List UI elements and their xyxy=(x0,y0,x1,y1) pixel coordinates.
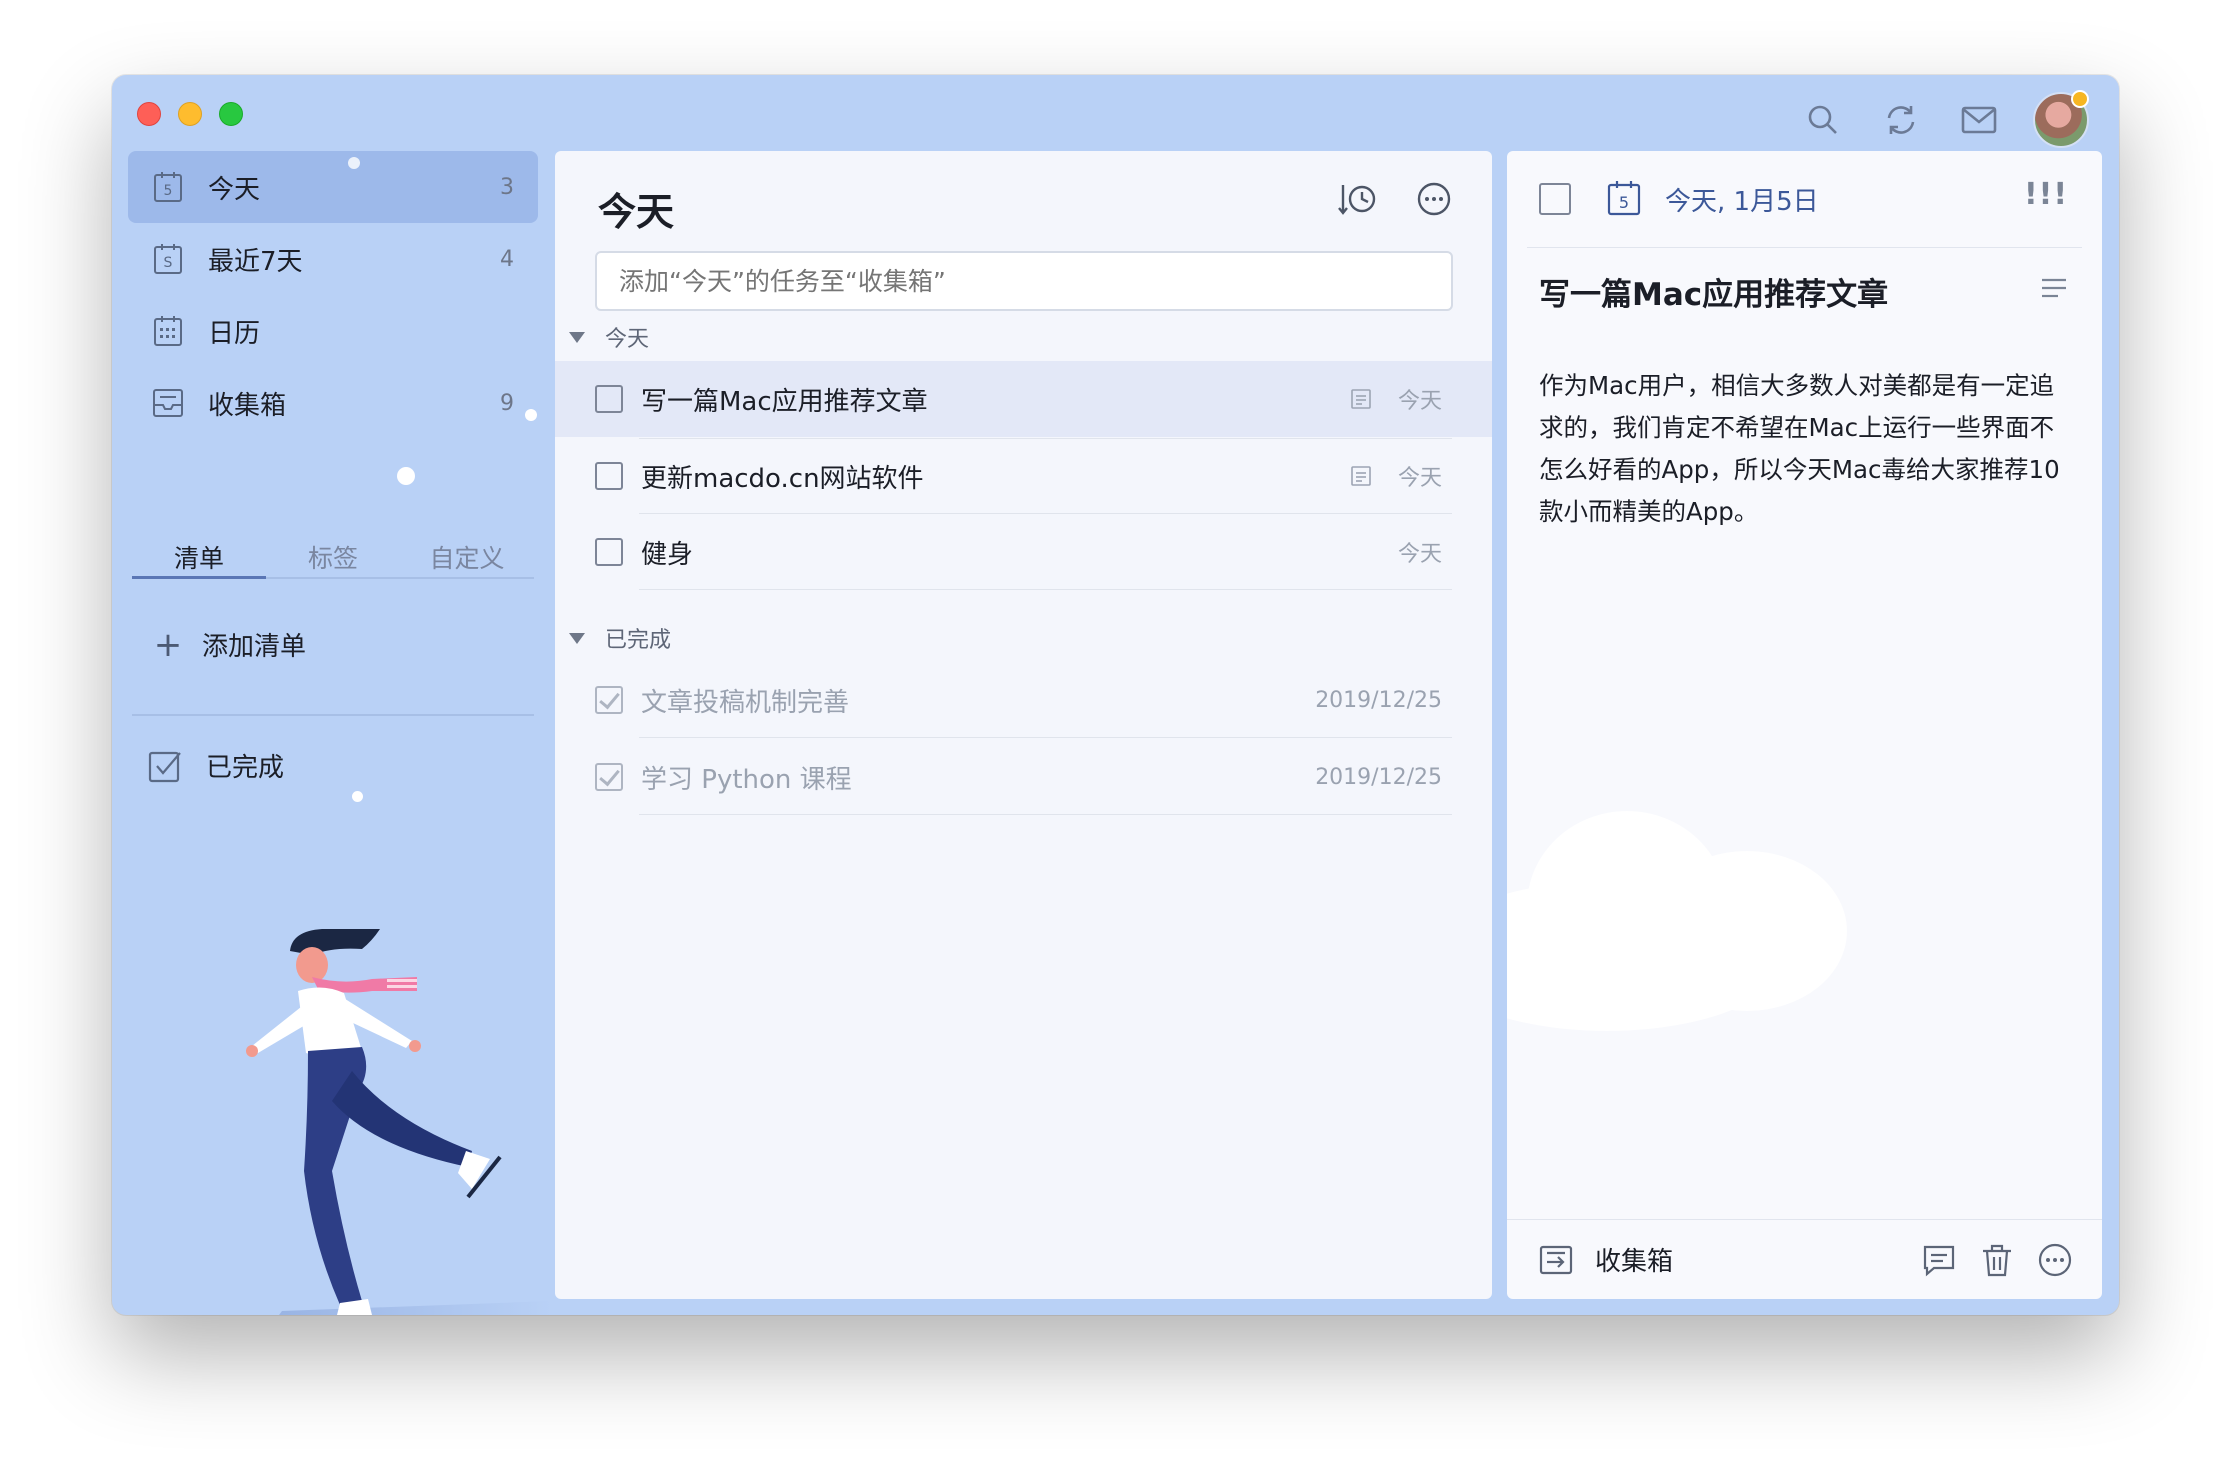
task-checkbox-checked[interactable] xyxy=(595,763,623,791)
row-divider xyxy=(639,814,1452,815)
list-name[interactable]: 收集箱 xyxy=(1595,1241,1922,1278)
task-row[interactable]: 更新macdo.cn网站软件 今天 xyxy=(555,438,1492,514)
sidebar-divider xyxy=(132,714,534,716)
inbox-icon xyxy=(152,387,184,419)
tab-custom[interactable]: 自定义 xyxy=(400,531,534,577)
task-due-date: 今天 xyxy=(1397,466,1442,491)
svg-text:5: 5 xyxy=(164,183,173,199)
section-header-today[interactable]: 今天 xyxy=(569,321,649,353)
task-detail-pane: 5 今天, 1月5日 !!! 写一篇Mac应用推荐文章 作为Mac用户，相信大多… xyxy=(1507,151,2102,1299)
task-checkbox[interactable] xyxy=(595,538,623,566)
snowflake xyxy=(348,157,360,169)
task-title: 健身 xyxy=(641,539,694,570)
tab-tags[interactable]: 标签 xyxy=(266,531,400,577)
calendar-week-icon: S xyxy=(152,243,184,275)
plus-icon: + xyxy=(153,624,183,665)
due-date-label[interactable]: 今天, 1月5日 xyxy=(1665,181,1819,218)
task-row[interactable]: 写一篇Mac应用推荐文章 今天 xyxy=(555,361,1492,437)
sidebar-item-label: 日历 xyxy=(208,318,261,349)
task-due-date: 今天 xyxy=(1397,542,1442,567)
text-format-icon[interactable] xyxy=(2040,277,2068,303)
completed-label: 已完成 xyxy=(206,753,285,783)
add-task-input[interactable] xyxy=(595,251,1453,311)
calendar-icon[interactable]: 5 xyxy=(1607,180,1641,216)
calendar-grid-icon xyxy=(152,315,184,347)
task-checkbox-checked[interactable] xyxy=(595,686,623,714)
svg-text:S: S xyxy=(164,255,173,271)
sidebar: 5 今天 3 S 最近7天 4 日历 收集箱 9 清单 标签 自定义 + 添加清… xyxy=(112,151,554,1315)
sidebar-item-label: 今天 xyxy=(208,174,261,205)
task-checkbox[interactable] xyxy=(595,385,623,413)
crown-badge-icon xyxy=(2071,90,2089,108)
svg-text:5: 5 xyxy=(1619,193,1629,212)
note-icon xyxy=(1350,465,1372,487)
task-checkbox[interactable] xyxy=(595,462,623,490)
detail-task-title[interactable]: 写一篇Mac应用推荐文章 xyxy=(1539,269,1888,314)
task-description[interactable]: 作为Mac用户，相信大多数人对美都是有一定追求的，我们肯定不希望在Mac上运行一… xyxy=(1539,365,2069,533)
section-title: 今天 xyxy=(605,327,650,352)
task-completed-date: 2019/12/25 xyxy=(1315,764,1442,790)
sidebar-tabs: 清单 标签 自定义 xyxy=(132,531,534,579)
top-toolbar xyxy=(1765,83,2119,157)
task-row[interactable]: 文章投稿机制完善 2019/12/25 xyxy=(555,662,1492,738)
sidebar-item-calendar[interactable]: 日历 xyxy=(128,295,538,367)
sidebar-item-count: 3 xyxy=(500,174,514,200)
task-title: 文章投稿机制完善 xyxy=(641,687,850,718)
list-toolbar xyxy=(1338,181,1452,221)
task-title: 写一篇Mac应用推荐文章 xyxy=(641,386,928,417)
app-window: 5 今天 3 S 最近7天 4 日历 收集箱 9 清单 标签 自定义 + 添加清… xyxy=(112,75,2119,1315)
add-list-label: 添加清单 xyxy=(202,632,307,662)
minimize-window-button[interactable] xyxy=(178,102,202,126)
cloud-decoration xyxy=(1647,851,1847,1011)
collapse-triangle-icon xyxy=(569,632,585,644)
task-completed-date: 2019/12/25 xyxy=(1315,687,1442,713)
task-row[interactable]: 健身 今天 xyxy=(555,514,1492,590)
move-to-list-icon[interactable] xyxy=(1539,1243,1573,1277)
detail-footer: 收集箱 xyxy=(1507,1219,2102,1299)
snowflake xyxy=(525,409,537,421)
sort-by-time-icon[interactable] xyxy=(1338,181,1378,221)
skater-illustration xyxy=(246,929,552,1315)
sidebar-item-inbox[interactable]: 收集箱 9 xyxy=(128,367,538,439)
task-list-pane: 今天 今天 写一篇Mac xyxy=(555,151,1492,1299)
detail-task-checkbox[interactable] xyxy=(1539,183,1571,215)
section-header-completed[interactable]: 已完成 xyxy=(569,622,671,654)
close-window-button[interactable] xyxy=(137,102,161,126)
tab-lists[interactable]: 清单 xyxy=(132,531,266,579)
sync-icon[interactable] xyxy=(1881,100,1921,140)
sidebar-item-count: 4 xyxy=(500,246,514,272)
add-list-button[interactable]: + 添加清单 xyxy=(148,626,306,663)
avatar[interactable] xyxy=(2033,90,2089,148)
search-icon[interactable] xyxy=(1803,100,1843,140)
sidebar-item-label: 最近7天 xyxy=(208,246,303,277)
more-options-icon[interactable] xyxy=(2038,1243,2072,1277)
window-controls xyxy=(137,102,243,126)
note-icon xyxy=(1350,388,1372,410)
comment-icon[interactable] xyxy=(1922,1243,1956,1277)
page-title: 今天 xyxy=(598,190,675,234)
trash-icon[interactable] xyxy=(1980,1243,2014,1277)
sidebar-item-label: 收集箱 xyxy=(208,390,287,421)
sidebar-item-next7days[interactable]: S 最近7天 4 xyxy=(128,223,538,295)
sidebar-item-today[interactable]: 5 今天 3 xyxy=(128,151,538,223)
row-divider xyxy=(639,589,1452,590)
section-title: 已完成 xyxy=(605,628,672,653)
sidebar-item-completed[interactable]: 已完成 xyxy=(148,747,284,784)
checked-box-icon xyxy=(148,749,182,783)
collapse-triangle-icon xyxy=(569,331,585,343)
more-options-icon[interactable] xyxy=(1416,181,1452,221)
mail-icon[interactable] xyxy=(1959,100,1999,140)
task-title: 更新macdo.cn网站软件 xyxy=(641,463,924,494)
row-divider xyxy=(639,737,1452,738)
task-row[interactable]: 学习 Python 课程 2019/12/25 xyxy=(555,739,1492,815)
sidebar-item-count: 9 xyxy=(500,390,514,416)
calendar-today-icon: 5 xyxy=(152,171,184,203)
task-title: 学习 Python 课程 xyxy=(641,764,852,795)
snowflake xyxy=(352,791,363,802)
detail-divider xyxy=(1527,247,2082,248)
priority-button[interactable]: !!! xyxy=(2024,177,2068,212)
snowflake xyxy=(397,467,415,485)
task-due-date: 今天 xyxy=(1397,389,1442,414)
zoom-window-button[interactable] xyxy=(219,102,243,126)
